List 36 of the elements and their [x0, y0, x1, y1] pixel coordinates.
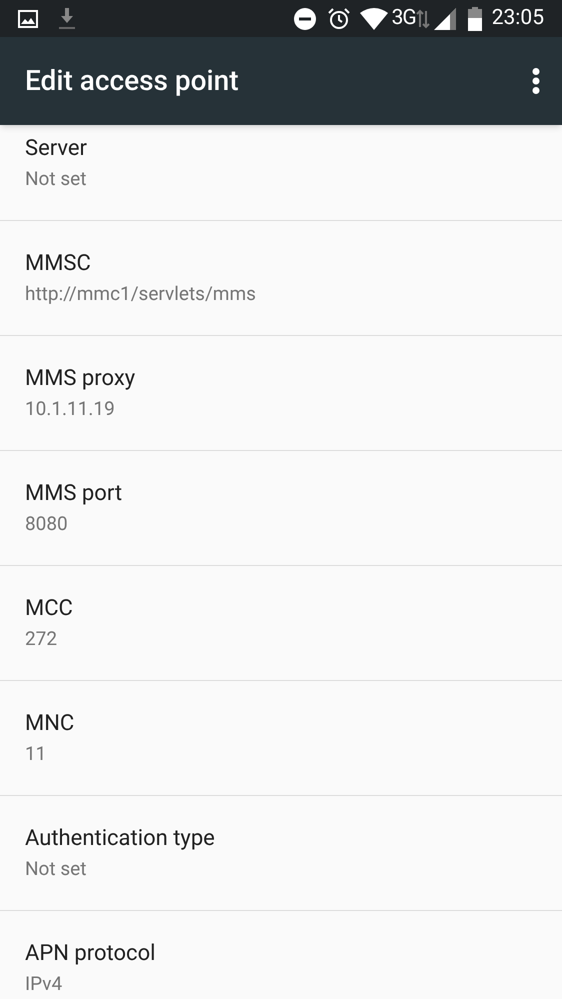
- do-not-disturb-icon: [294, 8, 316, 30]
- wifi-icon: [360, 8, 388, 30]
- setting-item[interactable]: Authentication type Not set: [0, 796, 562, 911]
- setting-item[interactable]: MNC 11: [0, 681, 562, 796]
- setting-title: MMS port: [25, 480, 122, 508]
- setting-item[interactable]: MMS proxy 10.1.11.19: [0, 336, 562, 451]
- setting-title: Server: [25, 135, 88, 163]
- setting-title: APN protocol: [25, 940, 156, 968]
- setting-value: IPv4: [25, 971, 62, 997]
- clock: 23:05: [492, 8, 544, 29]
- battery-icon: [468, 6, 482, 30]
- setting-item[interactable]: Server Not set: [0, 125, 562, 221]
- download-icon: [58, 8, 76, 30]
- signal-icon: [434, 8, 456, 30]
- image-icon: [18, 10, 38, 28]
- setting-title: MMSC: [25, 250, 91, 278]
- data-activity-icon: [416, 8, 430, 28]
- alarm-clock-icon: [328, 8, 350, 30]
- setting-value: http://mmc1/servlets/mms: [25, 281, 256, 307]
- setting-value: 8080: [25, 511, 68, 537]
- setting-title: MCC: [25, 595, 73, 623]
- setting-value: 10.1.11.19: [25, 396, 115, 422]
- network-type: 3G: [392, 8, 416, 29]
- setting-item[interactable]: MMSC http://mmc1/servlets/mms: [0, 221, 562, 336]
- setting-title: MMS proxy: [25, 365, 136, 393]
- setting-value: 11: [25, 741, 46, 767]
- setting-value: Not set: [25, 856, 86, 882]
- screen-title: Edit access point: [25, 63, 240, 99]
- setting-item[interactable]: MMS port 8080: [0, 451, 562, 566]
- setting-item[interactable]: MCC 272: [0, 566, 562, 681]
- overflow-menu-icon[interactable]: [532, 68, 540, 94]
- setting-value: 272: [25, 626, 58, 652]
- setting-title: Authentication type: [25, 825, 215, 853]
- setting-value: Not set: [25, 166, 86, 192]
- setting-item[interactable]: APN protocol IPv4: [0, 911, 562, 999]
- setting-title: MNC: [25, 710, 74, 738]
